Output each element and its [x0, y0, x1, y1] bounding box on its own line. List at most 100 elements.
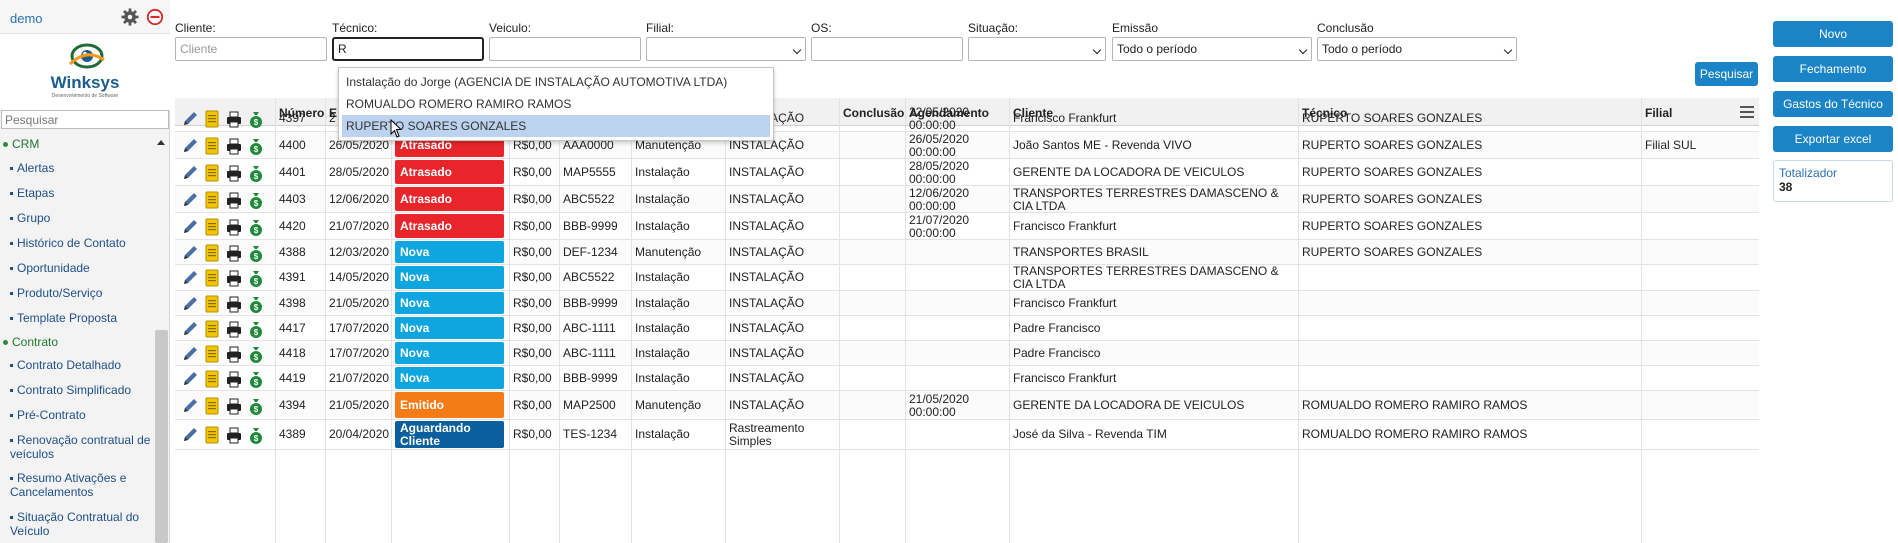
money-bag-icon[interactable]: $	[247, 425, 265, 445]
collapse-arrow-icon[interactable]	[157, 140, 165, 145]
table-row[interactable]: $4389 20/04/2020 R$0,00 TES-1234 Instalação R…	[175, 420, 1759, 450]
notes-icon[interactable]	[203, 425, 221, 445]
edit-icon[interactable]	[181, 396, 199, 416]
autocomplete-option-selected[interactable]: RUPERTO SOARES GONZALES	[342, 115, 770, 137]
edit-icon[interactable]	[181, 369, 199, 389]
money-bag-icon[interactable]: $	[247, 369, 265, 389]
sidebar-item-pre-contrato[interactable]: Pré-Contrato	[10, 408, 152, 422]
money-bag-icon[interactable]: $	[247, 136, 265, 156]
notes-icon[interactable]	[203, 294, 221, 314]
sidebar-item-grupo[interactable]: Grupo	[10, 211, 152, 225]
edit-icon[interactable]	[181, 319, 199, 339]
print-icon[interactable]	[225, 217, 243, 237]
notes-icon[interactable]	[203, 319, 221, 339]
sidebar-item-resumo-ativacoes[interactable]: Resumo Ativações e Cancelamentos	[10, 471, 152, 499]
print-icon[interactable]	[225, 369, 243, 389]
print-icon[interactable]	[225, 294, 243, 314]
table-row[interactable]: $4398 21/05/2020 R$0,00 BBB-9999 Instalação I…	[175, 291, 1759, 316]
sidebar-item-situacao-contratual[interactable]: Situação Contratual do Veículo	[10, 510, 152, 538]
edit-icon[interactable]	[181, 163, 199, 183]
print-icon[interactable]	[225, 268, 243, 288]
sidebar-item-alertas[interactable]: Alertas	[10, 161, 152, 175]
table-row[interactable]: $4418 17/07/2020 R$0,00 ABC-1111 Instalação I…	[175, 341, 1759, 366]
table-row[interactable]: $4419 21/07/2020 R$0,00 BBB-9999 Instalação I…	[175, 366, 1759, 391]
edit-icon[interactable]	[181, 109, 199, 129]
notes-icon[interactable]	[203, 369, 221, 389]
table-row[interactable]: $4391 14/05/2020 R$0,00 ABC5522 Instalação IN…	[175, 265, 1759, 291]
notes-icon[interactable]	[203, 190, 221, 210]
edit-icon[interactable]	[181, 344, 199, 364]
autocomplete-option[interactable]: Instalação do Jorge (AGENCIA DE INSTALAÇ…	[342, 71, 770, 93]
gear-icon[interactable]	[121, 8, 139, 26]
money-bag-icon[interactable]: $	[247, 268, 265, 288]
print-icon[interactable]	[225, 396, 243, 416]
table-row[interactable]: $4388 12/03/2020 R$0,00 DEF-1234 Manutenção I…	[175, 240, 1759, 265]
print-icon[interactable]	[225, 319, 243, 339]
money-bag-icon[interactable]: $	[247, 163, 265, 183]
table-row[interactable]: $4420 21/07/2020 R$0,00 BBB-9999 Instalação I…	[175, 213, 1759, 240]
edit-icon[interactable]	[181, 268, 199, 288]
filter-conclusao-select[interactable]: Todo o período	[1317, 37, 1517, 61]
print-icon[interactable]	[225, 109, 243, 129]
sidebar-item-renovacao-contratual[interactable]: Renovação contratual de veículos	[10, 433, 152, 461]
filter-veiculo-input[interactable]	[489, 37, 641, 61]
edit-icon[interactable]	[181, 136, 199, 156]
notes-icon[interactable]	[203, 243, 221, 263]
print-icon[interactable]	[225, 136, 243, 156]
logout-icon[interactable]	[146, 8, 164, 26]
closing-button[interactable]: Fechamento	[1773, 56, 1893, 82]
money-bag-icon[interactable]: $	[247, 109, 265, 129]
edit-icon[interactable]	[181, 294, 199, 314]
autocomplete-option[interactable]: ROMUALDO ROMERO RAMIRO RAMOS	[342, 93, 770, 115]
filter-emissao-select[interactable]: Todo o período	[1112, 37, 1312, 61]
new-button[interactable]: Novo	[1773, 21, 1893, 47]
sidebar-item-contrato-detalhado[interactable]: Contrato Detalhado	[10, 358, 152, 372]
table-row[interactable]: $4417 17/07/2020 R$0,00 ABC-1111 Instalação I…	[175, 316, 1759, 341]
notes-icon[interactable]	[203, 109, 221, 129]
sidebar-item-template-proposta[interactable]: Template Proposta	[10, 311, 152, 325]
money-bag-icon[interactable]: $	[247, 217, 265, 237]
print-icon[interactable]	[225, 190, 243, 210]
money-bag-icon[interactable]: $	[247, 190, 265, 210]
filter-cliente-input[interactable]	[175, 37, 327, 61]
notes-icon[interactable]	[203, 163, 221, 183]
table-row[interactable]: $4394 21/05/2020 R$0,00 MAP2500 Manutenção IN…	[175, 391, 1759, 420]
filter-os-input[interactable]	[811, 37, 963, 61]
sidebar-item-produto-servico[interactable]: Produto/Serviço	[10, 286, 152, 300]
print-icon[interactable]	[225, 243, 243, 263]
filter-situacao-select[interactable]	[968, 37, 1106, 61]
edit-icon[interactable]	[181, 217, 199, 237]
sidebar-group-contrato[interactable]: Contrato	[3, 335, 58, 349]
print-icon[interactable]	[225, 425, 243, 445]
filter-tecnico-input[interactable]	[332, 37, 484, 61]
technician-expenses-button[interactable]: Gastos do Técnico	[1773, 91, 1893, 117]
notes-icon[interactable]	[203, 217, 221, 237]
notes-icon[interactable]	[203, 396, 221, 416]
sidebar-item-etapas[interactable]: Etapas	[10, 186, 152, 200]
sidebar-search-input[interactable]	[1, 110, 169, 129]
notes-icon[interactable]	[203, 268, 221, 288]
filter-filial-select[interactable]	[646, 37, 806, 61]
money-bag-icon[interactable]: $	[247, 294, 265, 314]
sidebar-item-oportunidade[interactable]: Oportunidade	[10, 261, 152, 275]
export-excel-button[interactable]: Exportar excel	[1773, 126, 1893, 152]
table-row[interactable]: $4401 28/05/2020 R$0,00 MAP5555 Instalação IN…	[175, 159, 1759, 186]
sidebar-group-crm[interactable]: CRM	[3, 137, 39, 151]
money-bag-icon[interactable]: $	[247, 243, 265, 263]
search-button[interactable]: Pesquisar	[1695, 62, 1758, 86]
money-bag-icon[interactable]: $	[247, 396, 265, 416]
print-icon[interactable]	[225, 163, 243, 183]
notes-icon[interactable]	[203, 136, 221, 156]
money-bag-icon[interactable]: $	[247, 344, 265, 364]
notes-icon[interactable]	[203, 344, 221, 364]
table-row[interactable]: $4403 12/06/2020 R$0,00 ABC5522 Instalação IN…	[175, 186, 1759, 213]
user-name-link[interactable]: demo	[10, 11, 43, 26]
edit-icon[interactable]	[181, 425, 199, 445]
sidebar-item-historico-contato[interactable]: Histórico de Contato	[10, 236, 152, 250]
sidebar-item-contrato-simplificado[interactable]: Contrato Simplificado	[10, 383, 152, 397]
money-bag-icon[interactable]: $	[247, 319, 265, 339]
print-icon[interactable]	[225, 344, 243, 364]
edit-icon[interactable]	[181, 243, 199, 263]
sidebar-scrollbar[interactable]	[155, 330, 168, 543]
edit-icon[interactable]	[181, 190, 199, 210]
